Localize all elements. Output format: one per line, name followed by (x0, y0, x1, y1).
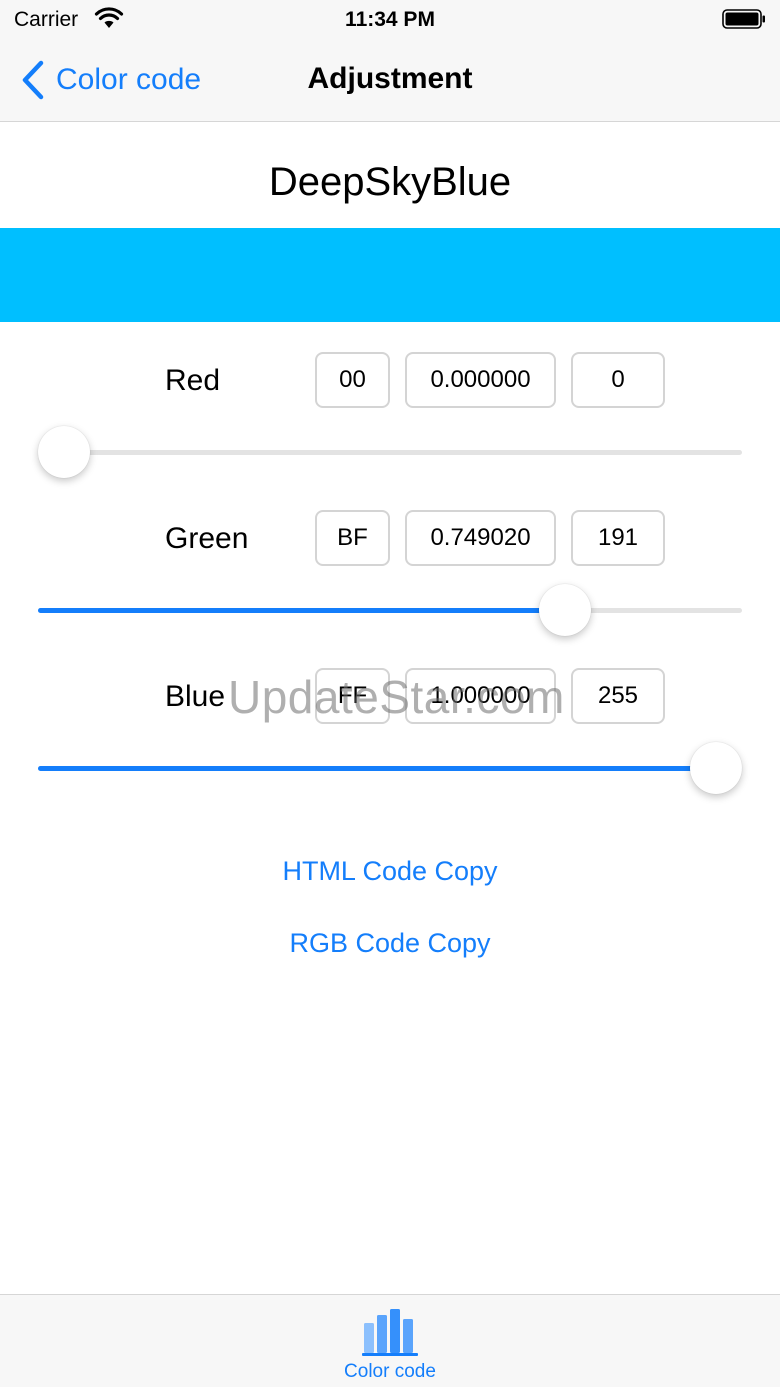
battery-icon (722, 9, 765, 29)
red-fraction-field[interactable]: 0.000000 (405, 352, 556, 408)
channel-green: Green BF 0.749020 191 (0, 510, 780, 660)
slider-fill (38, 766, 742, 771)
channel-label: Green (165, 522, 249, 555)
blue-value-field[interactable]: 255 (571, 668, 665, 724)
color-name: DeepSkyBlue (268, 160, 512, 204)
channel-red: Red 00 0.000000 0 (0, 352, 780, 502)
rgb-code-copy-button[interactable]: RGB Code Copy (0, 928, 780, 959)
navigation-bar: Color code Adjustment (0, 40, 780, 122)
color-swatch (0, 228, 780, 322)
channel-label: Red (165, 364, 221, 397)
watermark: UpdateStar.com (228, 671, 565, 723)
bar-chart-icon (362, 1309, 418, 1356)
slider-fill (38, 608, 565, 613)
clock: 11:34 PM (345, 8, 435, 31)
html-code-copy-button[interactable]: HTML Code Copy (0, 856, 780, 887)
slider-thumb[interactable] (690, 742, 742, 794)
blue-slider[interactable] (38, 740, 742, 796)
tab-label: Color code (344, 1361, 436, 1382)
green-hex-field[interactable]: BF (315, 510, 390, 566)
slider-track (38, 450, 742, 455)
green-value-field[interactable]: 191 (571, 510, 665, 566)
red-hex-field[interactable]: 00 (315, 352, 390, 408)
green-slider[interactable] (38, 582, 742, 638)
slider-thumb[interactable] (539, 584, 591, 636)
red-slider[interactable] (38, 424, 742, 480)
page-title: Adjustment (307, 62, 473, 95)
tab-bar: Color code (0, 1294, 780, 1387)
channel-label: Blue (165, 680, 226, 713)
status-bar: Carrier 11:34 PM (0, 0, 780, 40)
red-value-field[interactable]: 0 (571, 352, 665, 408)
tab-color-code[interactable]: Color code (330, 1303, 450, 1383)
green-fraction-field[interactable]: 0.749020 (405, 510, 556, 566)
slider-thumb[interactable] (38, 426, 90, 478)
